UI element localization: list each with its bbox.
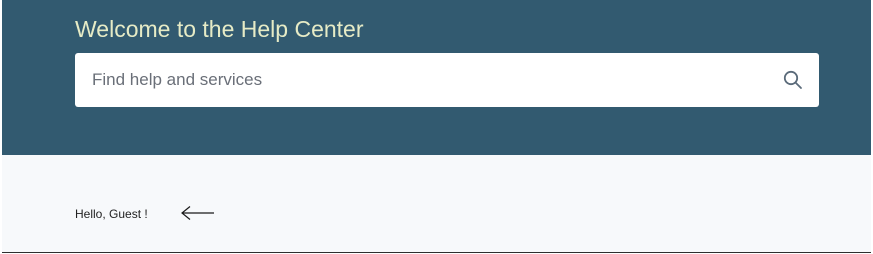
search-input[interactable] (75, 53, 765, 107)
greeting-text: Hello, Guest ! (75, 207, 148, 221)
content-area: Hello, Guest ! (2, 155, 871, 253)
arrow-left-icon (180, 205, 216, 221)
search-icon[interactable] (783, 70, 803, 90)
search-bar (75, 53, 819, 107)
hero-banner: Welcome to the Help Center (2, 0, 871, 155)
page-title: Welcome to the Help Center (75, 16, 364, 42)
